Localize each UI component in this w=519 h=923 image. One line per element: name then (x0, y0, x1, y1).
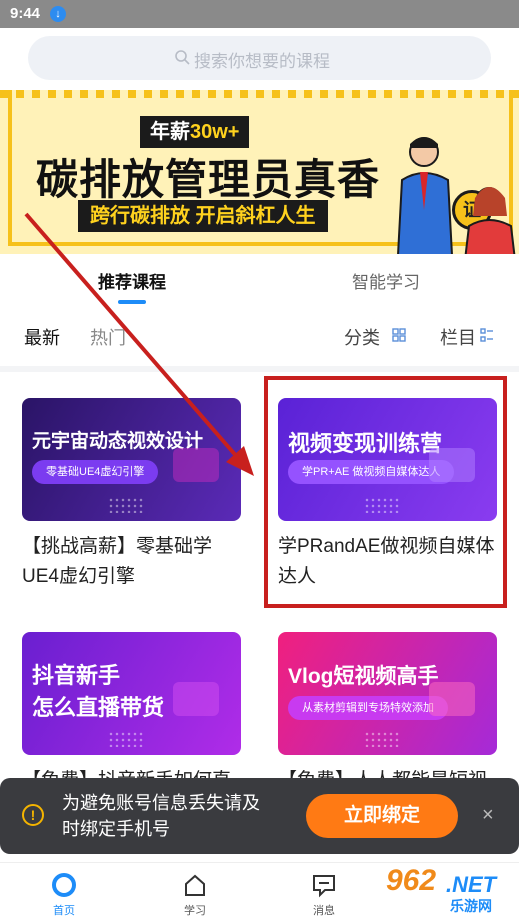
site-watermark: 962 .NET 乐游网 (380, 864, 516, 920)
search-bar[interactable]: 搜索你想要的课程 (28, 36, 491, 80)
dots-decoration (108, 731, 144, 747)
course-title[interactable]: 【挑战高薪】零基础学UE4虚幻引擎 (22, 532, 241, 592)
filter-hot[interactable]: 热门 (90, 324, 126, 350)
thumb-title-line2: 怎么直播带货 (32, 695, 165, 720)
house-icon (185, 874, 205, 896)
tab-smart-learning[interactable]: 智能学习 (352, 268, 420, 293)
grid-icon[interactable] (392, 328, 406, 342)
course-thumbnail[interactable]: 抖音新手 怎么直播带货 (22, 632, 241, 755)
bind-phone-toast: ! 为避免账号信息丢失请及时绑定手机号 立即绑定 × (0, 778, 519, 854)
list-icon[interactable] (480, 328, 494, 342)
nav-messages[interactable]: 消息 (294, 871, 354, 918)
nav-home[interactable]: 首页 (34, 871, 94, 918)
promo-banner[interactable]: 年薪30w+ 碳排放管理员真香 跨行碳排放 开启斜杠人生 证 (0, 90, 519, 254)
course-thumbnail[interactable]: 元宇宙动态视效设计 零基础UE4虚幻引擎 (22, 398, 241, 521)
watermark-number: 962 (386, 864, 437, 897)
highlight-box (264, 376, 507, 608)
filter-category[interactable]: 分类 (344, 324, 380, 350)
status-bar: 9:44 ↓ (0, 0, 519, 28)
nav-home-label: 首页 (53, 905, 75, 917)
search-icon (175, 50, 190, 65)
banner-headline: 碳排放管理员真香 (36, 156, 381, 203)
search-placeholder: 搜索你想要的课程 (194, 52, 330, 71)
dots-decoration (364, 731, 400, 747)
thumb-subtitle: 从素材剪辑到专场特效添加 (288, 696, 448, 720)
banner-subtitle: 跨行碳排放 开启斜杠人生 (78, 200, 328, 232)
toast-message: 为避免账号信息丢失请及时绑定手机号 (62, 793, 260, 839)
nav-messages-label: 消息 (313, 905, 335, 917)
download-icon: ↓ (50, 6, 66, 22)
banner-man-illustration (397, 137, 453, 254)
warning-icon: ! (22, 804, 44, 826)
filter-bar: 最新 热门 分类 栏目 (0, 318, 519, 358)
status-time: 9:44 (10, 5, 41, 22)
close-icon[interactable]: × (482, 804, 494, 827)
tab-indicator (118, 300, 146, 304)
thumb-title-line1: 抖音新手 (32, 663, 121, 688)
dots-decoration (108, 497, 144, 513)
tab-recommended[interactable]: 推荐课程 (98, 268, 166, 293)
bind-now-button[interactable]: 立即绑定 (306, 794, 458, 838)
nav-study-label: 学习 (184, 905, 206, 917)
play-icon (429, 682, 475, 716)
banner-salary-tag: 年薪30w+ (140, 116, 250, 148)
watermark-net: .NET (446, 872, 497, 897)
course-thumbnail[interactable]: Vlog短视频高手 从素材剪辑到专场特效添加 (278, 632, 497, 755)
watermark-site: 乐游网 (450, 898, 492, 914)
filter-latest[interactable]: 最新 (24, 324, 60, 350)
section-divider (0, 366, 519, 372)
banner-woman-illustration (464, 187, 516, 254)
home-circle-icon (52, 873, 76, 897)
nav-study[interactable]: 学习 (165, 871, 225, 918)
thumb-title: Vlog短视频高手 (288, 665, 439, 688)
thumb-subtitle: 零基础UE4虚幻引擎 (32, 460, 159, 484)
course-tabs: 推荐课程 智能学习 (0, 262, 519, 308)
message-icon (313, 875, 335, 898)
filter-column[interactable]: 栏目 (440, 324, 476, 350)
play-icon (173, 682, 219, 716)
play-icon (173, 448, 219, 482)
